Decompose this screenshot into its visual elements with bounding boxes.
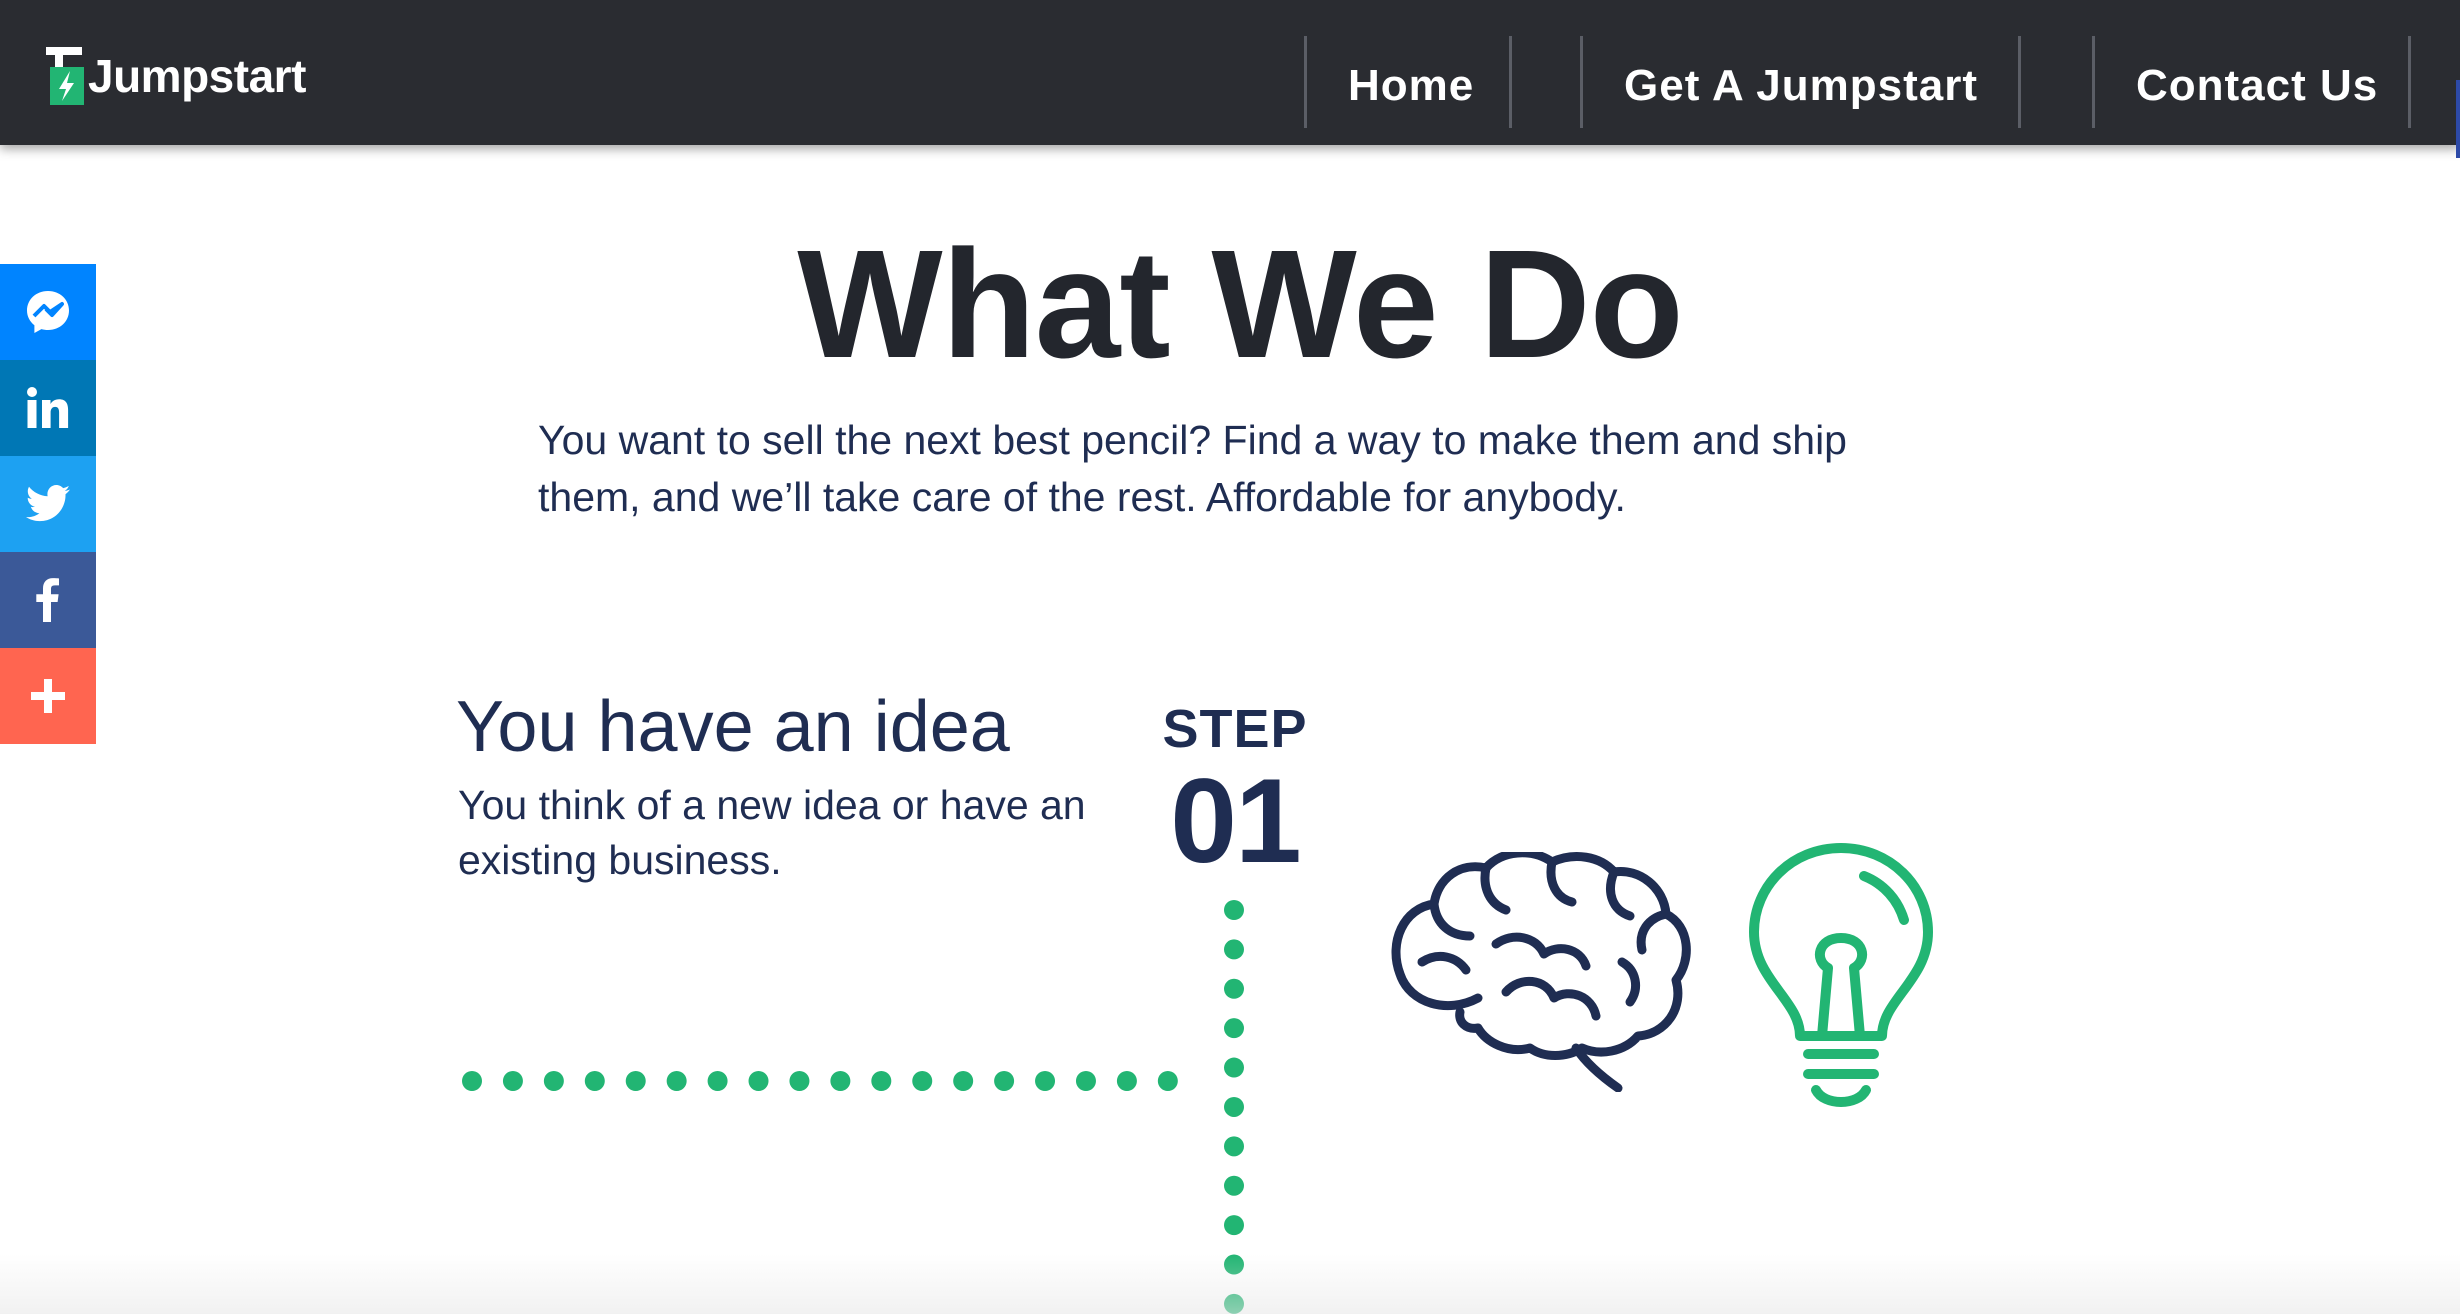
twitter-icon	[25, 485, 70, 522]
nav-divider	[2408, 36, 2411, 128]
page-title: What We Do	[797, 218, 1683, 390]
dotted-connector-horizontal	[462, 1071, 1178, 1111]
jumpstart-logo-icon	[46, 47, 84, 105]
nav-divider	[2018, 36, 2021, 128]
nav-divider	[1580, 36, 1583, 128]
plus-icon	[31, 679, 65, 713]
nav-edge-accent	[2456, 80, 2460, 158]
facebook-icon	[36, 578, 59, 622]
brand-logo-link[interactable]: Jumpstart	[46, 46, 306, 106]
dotted-connector-vertical	[1224, 900, 1264, 1314]
intro-paragraph: You want to sell the next best pencil? F…	[538, 417, 1847, 520]
step-number: 01	[1170, 754, 1301, 888]
share-twitter-button[interactable]	[0, 456, 96, 552]
nav-divider	[2092, 36, 2095, 128]
share-facebook-button[interactable]	[0, 552, 96, 648]
lightbulb-icon	[1749, 843, 1933, 1107]
nav-contact-us[interactable]: Contact Us	[2136, 56, 2378, 116]
step-label: STEP	[1162, 699, 1308, 759]
nav-divider	[1304, 36, 1307, 128]
brain-icon	[1391, 852, 1691, 1092]
share-more-button[interactable]	[0, 648, 96, 744]
bottom-fade	[0, 1254, 2460, 1314]
brand-name: Jumpstart	[88, 50, 306, 102]
nav-get-a-jumpstart[interactable]: Get A Jumpstart	[1624, 56, 1978, 116]
nav-divider	[1509, 36, 1512, 128]
nav-home[interactable]: Home	[1348, 56, 1474, 116]
step-description: You think of a new idea or have an exist…	[458, 782, 1086, 883]
step-heading: You have an idea	[456, 687, 1010, 767]
top-navbar: Jumpstart Home Get A Jumpstart Contact U…	[0, 0, 2460, 158]
